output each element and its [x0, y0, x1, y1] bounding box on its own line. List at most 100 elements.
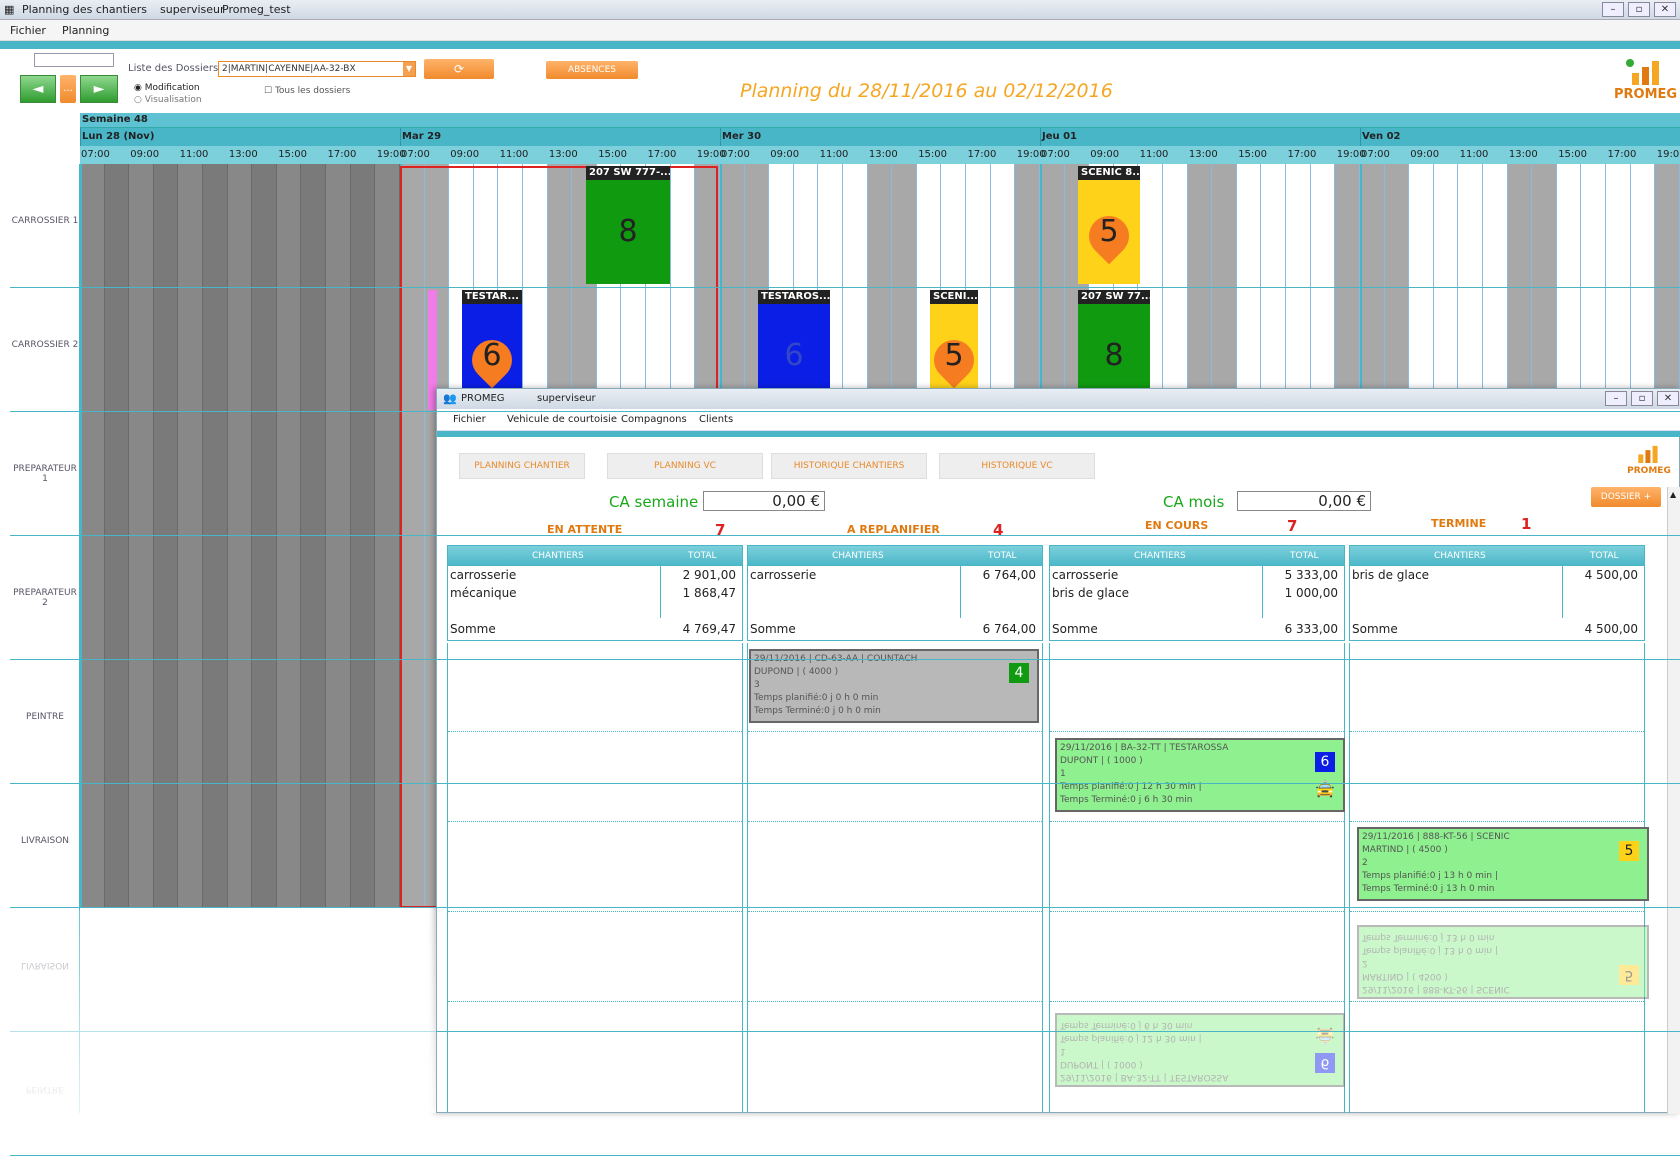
radio-visualisation[interactable]: ○ Visualisation — [134, 95, 202, 105]
summary-table: CHANTIERS TOTAL carrosserie 6 764,00 Somme 6 … — [747, 545, 1043, 641]
column-divider — [960, 566, 961, 618]
time-slot[interactable] — [326, 164, 351, 908]
day-label: Ven 02 — [1362, 131, 1401, 142]
schedule-task[interactable]: SCENIC 8... 5 — [1078, 166, 1140, 284]
hour-label: 15:00 — [278, 149, 308, 160]
card-line: Temps Terminé:0 j 0 h 0 min — [754, 706, 881, 716]
day-divider — [80, 164, 82, 908]
schedule-task[interactable]: 207 SW 777-... 8 — [586, 166, 670, 284]
row-label: CARROSSIER 1 — [11, 216, 79, 226]
hour-label: 11:00 — [1139, 149, 1169, 160]
column-count: 7 — [1287, 517, 1298, 535]
sum-value: 4 769,47 — [682, 622, 736, 636]
card-line: 29/11/2016 | 888-KT-56 | SCENIC — [1362, 832, 1510, 842]
hour-label: 13:00 — [1188, 149, 1218, 160]
task-label: SCENI... — [930, 290, 978, 304]
planning-title: Planning du 28/11/2016 au 02/12/2016 — [740, 80, 1113, 102]
card-line: Temps planifié:0 j 0 h 0 min — [754, 693, 879, 703]
sum-value: 6 333,00 — [1284, 622, 1338, 636]
scroll-up-icon[interactable]: ▲ — [1668, 490, 1676, 499]
hour-label: 09:00 — [1090, 149, 1120, 160]
hour-label: 13:00 — [548, 149, 578, 160]
column-divider — [1562, 566, 1563, 618]
lane-separator — [448, 911, 742, 912]
lane-separator — [448, 1001, 742, 1002]
time-slot[interactable] — [80, 164, 105, 908]
chevron-down-icon[interactable]: ▼ — [403, 62, 415, 76]
prev-week-button[interactable]: ◄ — [20, 75, 56, 103]
more-button[interactable]: ... — [60, 75, 76, 103]
dossier-card[interactable]: 29/11/2016 | 888-KT-56 | SCENIC MARTIND |… — [1357, 925, 1649, 999]
time-slot[interactable] — [203, 164, 228, 908]
dossier-card[interactable]: 29/11/2016 | BA-32-TT | TESTAROSSA DUPONT… — [1055, 1013, 1345, 1087]
row-label: PREPARATEUR 1 — [13, 464, 77, 484]
card-line: 29/11/2016 | BA-32-TT | TESTAROSSA — [1060, 1072, 1229, 1082]
refresh-button[interactable]: ⟳ — [424, 59, 494, 79]
time-slot[interactable] — [227, 164, 253, 908]
hour-label: 09:00 — [130, 149, 160, 160]
dossier-card[interactable]: 29/11/2016 | CD-63-AA | COUNTACH DUPOND |… — [749, 649, 1039, 723]
task-label: SCENIC 8... — [1078, 166, 1140, 180]
day-separator — [720, 128, 721, 146]
kanban-board: EN ATTENTE 7 CHANTIERS TOTAL carrosserie 2 90… — [437, 389, 1680, 1114]
scrollbar[interactable]: ▲ — [1667, 487, 1680, 1114]
card-line: Temps planifié:0 j 13 h 0 min | — [1362, 871, 1498, 881]
card-line: Temps planifié:0 j 13 h 0 min | — [1362, 945, 1498, 955]
category-name: bris de glace — [1352, 568, 1430, 582]
week-header: Semaine 48 — [80, 113, 1680, 128]
hour-header: 07:00 09:00 11:00 13:00 15:00 17:00 19:00 07:00… — [80, 146, 1680, 164]
column-count: 1 — [1521, 515, 1532, 533]
tous-dossiers-checkbox[interactable]: ☐ Tous les dossiers — [264, 86, 350, 96]
card-line: MARTIND | ( 4500 ) — [1362, 845, 1448, 855]
lane-separator — [1050, 731, 1344, 732]
hour-label: 17:00 — [1607, 149, 1637, 160]
dossier-card[interactable]: 29/11/2016 | 888-KT-56 | SCENIC MARTIND |… — [1357, 827, 1649, 901]
time-slot[interactable] — [375, 164, 400, 908]
logo-text: PROMEG — [1614, 87, 1678, 102]
absences-button[interactable]: ABSENCES — [546, 61, 638, 79]
category-total: 2 901,00 — [682, 568, 736, 582]
chantiers-header: CHANTIERS — [832, 551, 884, 561]
time-slot[interactable] — [104, 164, 130, 908]
hour-label: 07:00 — [721, 149, 750, 160]
next-week-button[interactable]: ► — [80, 75, 118, 103]
time-slot[interactable] — [252, 164, 277, 908]
column-title: EN COURS — [1145, 519, 1209, 532]
total-header: TOTAL — [688, 551, 717, 561]
header-band — [0, 41, 1680, 49]
time-slot[interactable] — [153, 164, 179, 908]
menu-planning[interactable]: Planning — [62, 24, 109, 37]
time-slot[interactable] — [350, 164, 376, 908]
menu-fichier[interactable]: Fichier — [10, 24, 46, 37]
sum-label: Somme — [1352, 622, 1398, 636]
date-input[interactable] — [34, 53, 114, 67]
time-slot[interactable] — [129, 164, 154, 908]
card-line: Temps Terminé:0 j 6 h 30 min — [1060, 1020, 1193, 1030]
summary-header: CHANTIERS TOTAL — [1350, 546, 1644, 566]
task-label: TESTAROS... — [758, 290, 830, 304]
day-label: Jeu 01 — [1042, 131, 1078, 142]
radio-modification[interactable]: ◉ Modification — [134, 83, 200, 93]
lane-separator — [1050, 911, 1344, 912]
card-line: 29/11/2016 | 888-KT-56 | SCENIC — [1362, 984, 1510, 994]
minimize-icon[interactable]: – — [1602, 2, 1624, 17]
app-icon: ▦ — [4, 3, 15, 16]
dossier-select[interactable]: 2|MARTIN|CAYENNE|AA-32-BX ▼ — [218, 61, 416, 77]
dossier-card[interactable]: 29/11/2016 | BA-32-TT | TESTAROSSA DUPONT… — [1055, 738, 1345, 812]
row-separator — [10, 535, 1680, 536]
window-title: Planning des chantiers — [22, 3, 147, 16]
column-divider — [1262, 566, 1263, 618]
maximize-icon[interactable]: ▫ — [1628, 2, 1650, 17]
total-header: TOTAL — [988, 551, 1017, 561]
hour-label: 13:00 — [1508, 149, 1538, 160]
time-slot[interactable] — [301, 164, 326, 908]
kanban-column — [447, 643, 743, 1113]
task-count: 8 — [618, 214, 638, 249]
time-slot[interactable] — [178, 164, 203, 908]
hour-label: 17:00 — [327, 149, 357, 160]
column-title: TERMINE — [1431, 517, 1487, 530]
close-icon[interactable]: ✕ — [1654, 2, 1676, 17]
card-line: DUPONT | ( 1000 ) — [1060, 1059, 1143, 1069]
time-slot[interactable] — [276, 164, 302, 908]
column-divider — [660, 566, 661, 618]
